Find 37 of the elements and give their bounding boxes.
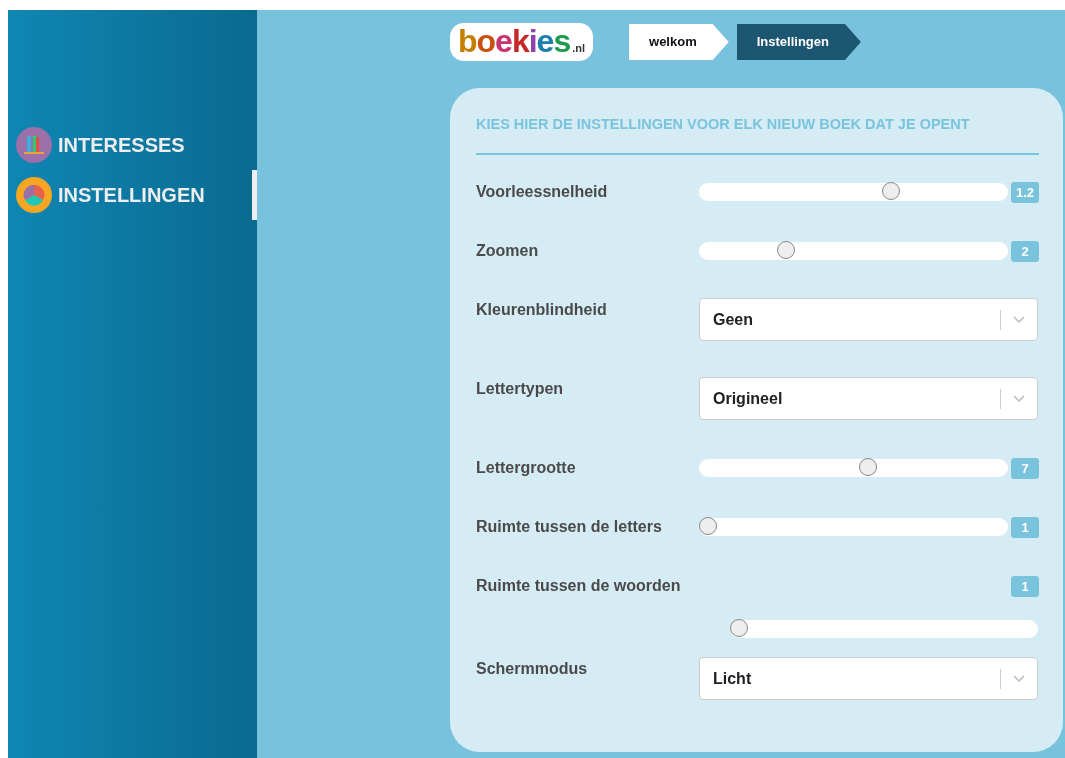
setting-label: Voorleessnelheid <box>476 183 609 202</box>
sidebar-item[interactable]: INSTELLINGEN <box>8 170 257 220</box>
slider-track[interactable] <box>698 459 1009 478</box>
slider-track[interactable] <box>730 619 1038 638</box>
value-badge: 1.2 <box>1011 182 1039 204</box>
breadcrumb-link[interactable]: Instellingen <box>736 24 861 60</box>
select-field[interactable]: Origineel <box>699 377 1038 421</box>
setting-label: Kleurenblindheid <box>476 301 608 320</box>
breadcrumb-link[interactable]: welkom <box>629 24 729 60</box>
slider-thumb[interactable] <box>698 517 717 536</box>
select-field[interactable]: Geen <box>699 298 1038 342</box>
slider-thumb[interactable] <box>777 241 796 260</box>
setting-label: Ruimte tussen de woorden <box>476 577 682 596</box>
slider-thumb[interactable] <box>730 618 748 637</box>
sidebar-item[interactable]: INTERESSES <box>8 120 257 170</box>
pie-chart-icon <box>16 177 52 213</box>
value-badge: 1 <box>1011 517 1039 539</box>
setting-label: Ruimte tussen de letters <box>476 518 663 537</box>
slider-thumb[interactable] <box>858 458 877 477</box>
value-badge: 7 <box>1011 458 1039 480</box>
value-badge: 2 <box>1011 241 1039 263</box>
logo: boekies.nl <box>450 23 593 61</box>
setting-label: Schermmodus <box>476 660 589 679</box>
select-field[interactable]: Licht <box>699 657 1038 701</box>
slider-thumb[interactable] <box>882 182 901 201</box>
setting-label: Zoomen <box>476 242 540 261</box>
slider-track[interactable] <box>698 518 1009 537</box>
setting-label: Lettertypen <box>476 380 565 399</box>
value-badge: 1 <box>1011 576 1039 598</box>
section-title: KIES HIER DE INSTELLINGEN VOOR ELK NIEUW BOEK DAT JE OPENT <box>476 116 1039 156</box>
slider-track[interactable] <box>698 183 1009 202</box>
chevron-down-icon <box>1013 674 1025 683</box>
slider-track[interactable] <box>698 242 1009 261</box>
setting-label: Lettergrootte <box>476 459 577 478</box>
bookshelf-icon <box>16 127 52 163</box>
chevron-down-icon <box>1013 394 1025 403</box>
chevron-down-icon <box>1013 315 1025 324</box>
